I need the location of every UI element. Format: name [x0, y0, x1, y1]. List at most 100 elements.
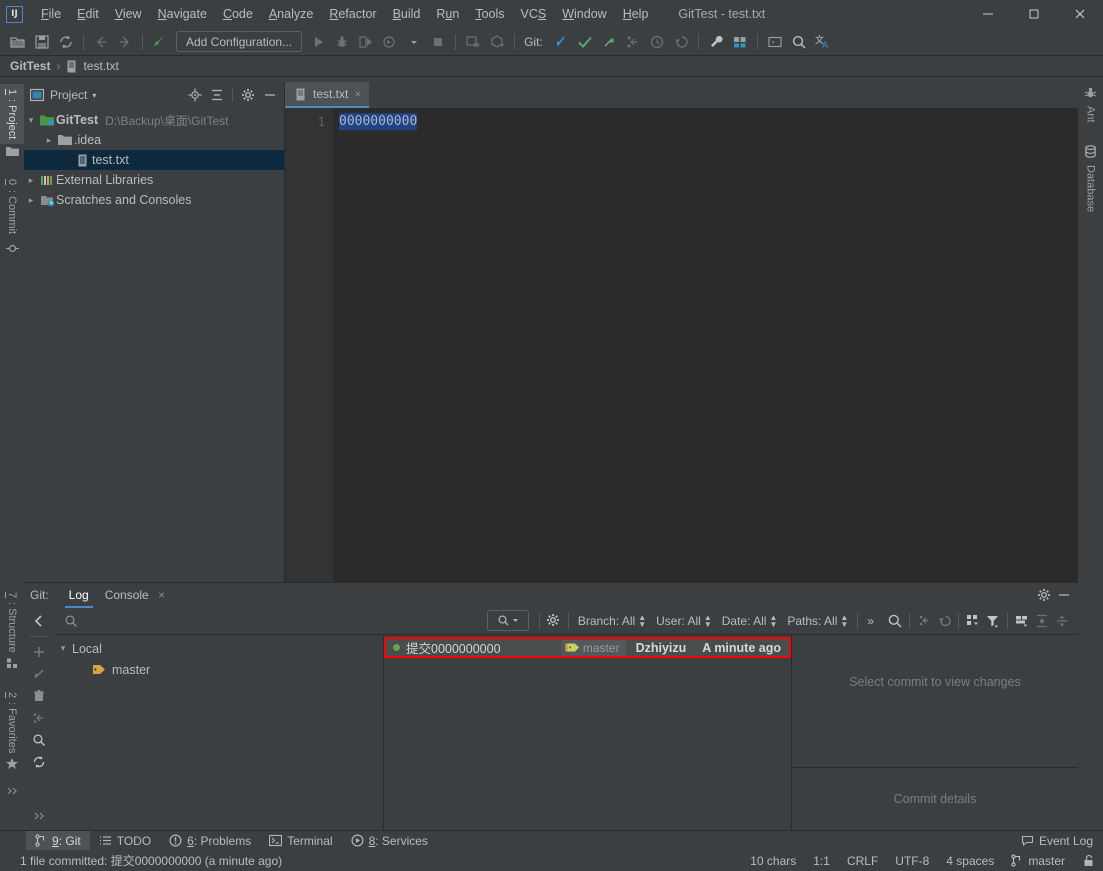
filter-overflow-button[interactable]: »	[862, 614, 879, 628]
run-icon[interactable]	[306, 31, 330, 53]
sidebar-item-project[interactable]: 11: Project : Project	[0, 84, 24, 145]
chevron-down-icon[interactable]: ▾	[92, 91, 96, 100]
menu-code[interactable]: Code	[215, 4, 261, 24]
forward-arrow-icon[interactable]	[113, 31, 137, 53]
git-update-icon[interactable]	[549, 31, 573, 53]
filter-user[interactable]: User: All ▲ ▼	[651, 613, 717, 628]
menu-edit[interactable]: Edit	[69, 4, 107, 24]
git-commit-check-icon[interactable]	[573, 31, 597, 53]
close-icon[interactable]	[1057, 0, 1103, 28]
status-branch[interactable]: master	[1011, 854, 1065, 868]
sidebar-item-structure[interactable]: 7: Structure	[6, 592, 19, 670]
sidebar-item-ant[interactable]: Ant	[1084, 86, 1097, 127]
locate-icon[interactable]	[185, 85, 205, 105]
collapse-sidebar-icon[interactable]	[29, 611, 49, 631]
close-icon[interactable]: ×	[354, 87, 361, 101]
menu-build[interactable]: Build	[385, 4, 429, 24]
minimize-icon[interactable]	[965, 0, 1011, 28]
expand-more-icon[interactable]	[29, 806, 49, 826]
revert-icon[interactable]	[934, 611, 954, 631]
back-arrow-icon[interactable]	[89, 31, 113, 53]
menu-run[interactable]: Run	[428, 4, 467, 24]
settings-wrench-icon[interactable]	[704, 31, 728, 53]
commit-ref-tag[interactable]: master	[560, 639, 626, 656]
sidebar-item-commit[interactable]: 0: Commit	[0, 174, 24, 238]
breadcrumb-project[interactable]: GitTest	[10, 59, 50, 73]
status-caret-position[interactable]: 1:1	[813, 854, 830, 868]
menu-file[interactable]: File	[33, 4, 69, 24]
filter-settings-icon[interactable]	[544, 611, 564, 631]
menu-navigate[interactable]: Navigate	[150, 4, 215, 24]
expand-more-icon[interactable]	[5, 785, 19, 797]
debug-icon[interactable]	[330, 31, 354, 53]
tool-button-services[interactable]: 8: Services	[342, 831, 437, 850]
search-dropdown-icon[interactable]	[486, 610, 529, 631]
add-icon[interactable]	[29, 642, 49, 662]
project-structure-icon[interactable]	[728, 31, 752, 53]
add-configuration-button[interactable]: Add Configuration...	[176, 31, 303, 52]
translate-icon[interactable]: 文A	[811, 31, 835, 53]
filter-branch[interactable]: Branch: All ▲ ▼	[573, 613, 651, 628]
event-log-label[interactable]: Event Log	[1039, 834, 1093, 848]
menu-tools[interactable]: Tools	[467, 4, 512, 24]
status-indent[interactable]: 4 spaces	[946, 854, 994, 868]
refresh-icon[interactable]	[29, 752, 49, 772]
git-rollback-icon[interactable]	[669, 31, 693, 53]
selected-text[interactable]: 0000000000	[339, 113, 418, 130]
delete-icon[interactable]	[29, 686, 49, 706]
branch-group-local[interactable]: ▾ Local	[54, 638, 383, 659]
checkout-icon[interactable]	[29, 664, 49, 684]
tree-node-test-txt[interactable]: test.txt	[24, 150, 284, 170]
collapse-all-icon[interactable]	[1052, 611, 1072, 631]
update-project-icon[interactable]	[461, 31, 485, 53]
expand-all-icon[interactable]	[1032, 611, 1052, 631]
menu-analyze[interactable]: Analyze	[261, 4, 321, 24]
filter-date[interactable]: Date: All ▲ ▼	[717, 613, 783, 628]
tool-button-terminal[interactable]: Terminal	[260, 831, 341, 850]
profile-dropdown-icon[interactable]	[402, 31, 426, 53]
rebase-icon[interactable]	[29, 708, 49, 728]
git-push-icon[interactable]	[597, 31, 621, 53]
sidebar-item-favorites[interactable]: 2: Favorites	[5, 692, 19, 771]
commit-row-highlighted[interactable]: 提交0000000000 master Dzhiyizu A minute ag…	[384, 637, 791, 658]
tree-node-scratches[interactable]: ▸ Scratches and Consoles	[24, 190, 284, 210]
git-history-icon[interactable]	[645, 31, 669, 53]
status-line-separator[interactable]: CRLF	[847, 854, 878, 868]
go-to-hash-icon[interactable]	[914, 611, 934, 631]
commit-details-panel[interactable]: Commit details	[792, 768, 1078, 830]
menu-refactor[interactable]: Refactor	[321, 4, 384, 24]
build-hammer-icon[interactable]	[148, 31, 172, 53]
git-merge-icon[interactable]	[621, 31, 645, 53]
commit-icon[interactable]	[485, 31, 509, 53]
tool-button-problems[interactable]: 6: Problems	[160, 831, 260, 850]
lock-icon[interactable]	[1082, 854, 1095, 867]
tree-node-external-libraries[interactable]: ▸ External Libraries	[24, 170, 284, 190]
tab-console[interactable]: Console ×	[97, 586, 173, 605]
git-search-input[interactable]	[54, 610, 487, 632]
run-with-coverage-icon[interactable]	[354, 31, 378, 53]
changes-panel[interactable]: Select commit to view changes	[792, 635, 1078, 768]
stop-icon[interactable]	[426, 31, 450, 53]
tree-node-idea[interactable]: ▸ .idea	[24, 130, 284, 150]
editor-tab-test-txt[interactable]: test.txt ×	[285, 82, 370, 108]
hide-icon[interactable]	[1054, 585, 1074, 605]
search-icon[interactable]	[29, 730, 49, 750]
filter-paths[interactable]: Paths: All ▲ ▼	[782, 613, 853, 628]
find-icon[interactable]	[885, 611, 905, 631]
collapse-all-icon[interactable]	[207, 85, 227, 105]
open-folder-icon[interactable]	[6, 31, 30, 53]
tab-log[interactable]: Log	[61, 586, 97, 608]
tool-button-git[interactable]: 9: Git	[26, 831, 90, 850]
commit-list[interactable]: 提交0000000000 master Dzhiyizu A minute ag…	[384, 635, 791, 830]
menu-vcs[interactable]: VCS	[513, 4, 555, 24]
chevron-down-icon[interactable]: ▾	[24, 115, 38, 126]
chevron-right-icon[interactable]: ▸	[24, 195, 38, 206]
save-icon[interactable]	[30, 31, 54, 53]
maximize-icon[interactable]	[1011, 0, 1057, 28]
search-everywhere-icon[interactable]	[787, 31, 811, 53]
chevron-right-icon[interactable]: ▸	[42, 135, 56, 146]
tree-node-gittest[interactable]: ▾ GitTest D:\Backup\桌面\GitTest	[24, 110, 284, 130]
tool-button-todo[interactable]: TODO	[90, 831, 160, 850]
code-area[interactable]: 0000000000	[333, 108, 1088, 582]
close-icon[interactable]: ×	[158, 588, 165, 602]
